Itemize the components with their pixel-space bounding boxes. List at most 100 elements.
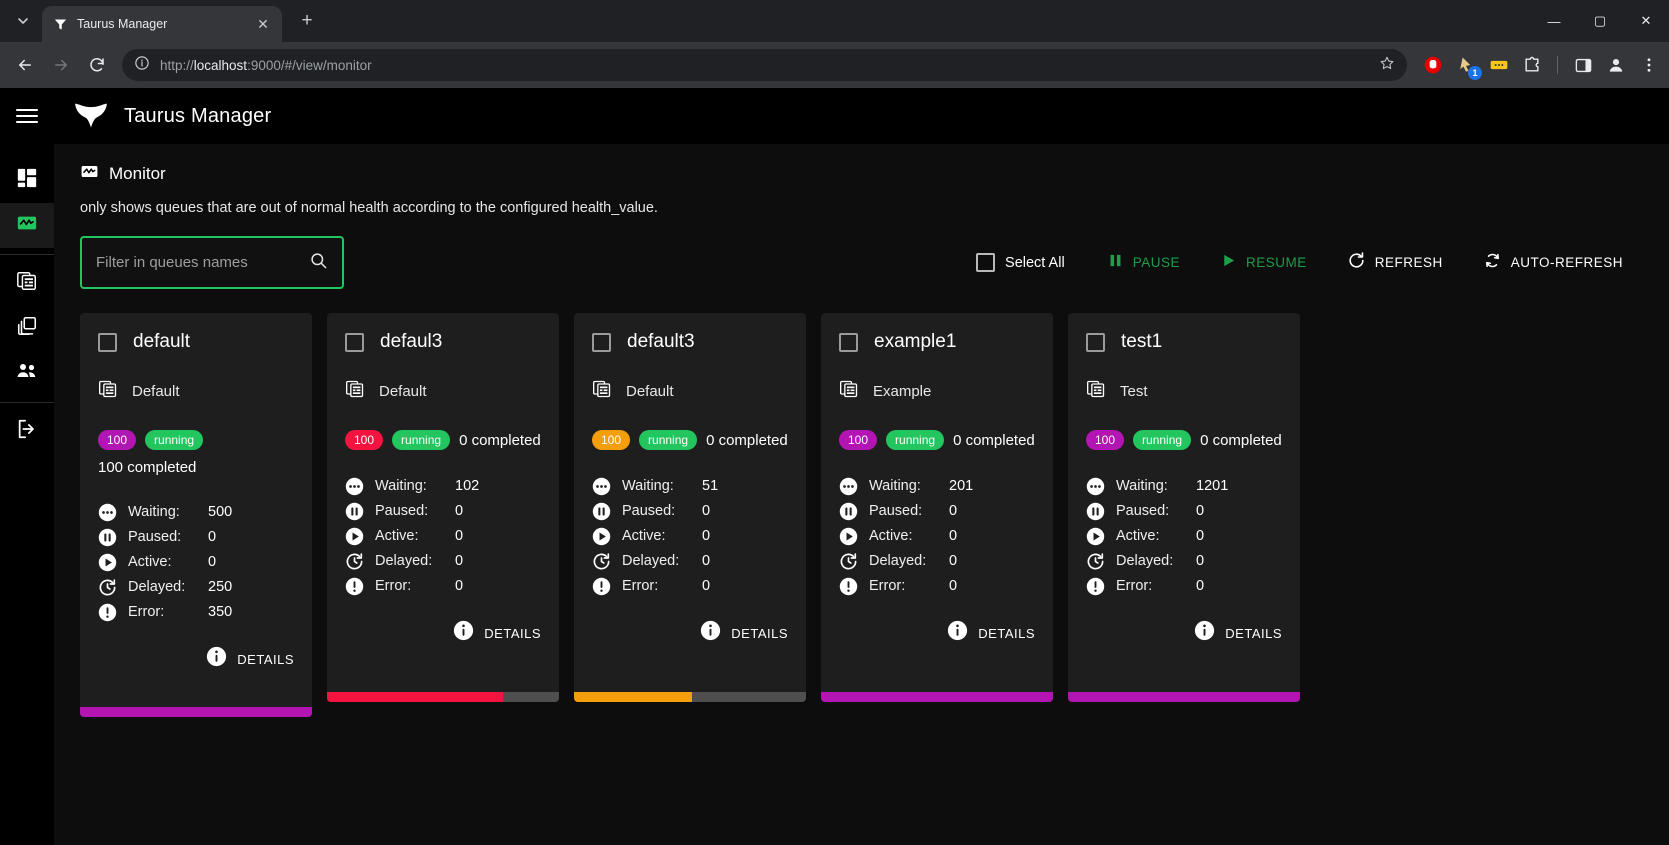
details-button[interactable]: DETAILS: [98, 638, 294, 690]
chrome-menu-icon[interactable]: [1637, 53, 1661, 77]
stat-row-delayed: Delayed: 0: [345, 549, 541, 573]
tab-title: Taurus Manager: [77, 17, 168, 31]
pause-icon: [1107, 252, 1124, 274]
taurus-favicon: [52, 16, 68, 32]
queue-stats: Waiting: 102 Paused: 0 Active: 0 Delayed…: [345, 474, 541, 598]
pause-button[interactable]: PAUSE: [1087, 244, 1200, 282]
queue-select-checkbox[interactable]: [98, 332, 117, 352]
details-button[interactable]: DETAILS: [1086, 612, 1282, 664]
sidebar-item-groups[interactable]: [0, 306, 54, 351]
error-icon: [345, 577, 375, 596]
new-tab-button[interactable]: +: [294, 8, 320, 34]
queue-card[interactable]: test1 Test 100 running 0 completed Waiti…: [1068, 313, 1300, 702]
waiting-icon: [345, 477, 375, 496]
groups-icon: [16, 315, 38, 342]
close-icon[interactable]: ✕: [254, 15, 272, 33]
refresh-icon: [1347, 251, 1366, 275]
maximize-icon[interactable]: ▢: [1577, 0, 1623, 42]
stat-label-error: Error:: [869, 578, 906, 594]
stat-label-delayed: Delayed:: [622, 553, 680, 569]
pointer-extension-icon[interactable]: 1: [1454, 53, 1482, 80]
sidebar-item-logout[interactable]: [0, 409, 54, 454]
details-button[interactable]: DETAILS: [839, 612, 1035, 664]
menu-icon[interactable]: [10, 99, 44, 133]
select-all-control[interactable]: Select All: [954, 253, 1087, 272]
window-close-icon[interactable]: ✕: [1623, 0, 1669, 42]
search-icon[interactable]: [309, 251, 328, 275]
stat-value-error: 0: [949, 578, 958, 594]
stat-row-paused: Paused: 0: [345, 499, 541, 523]
notes-extension-icon[interactable]: [1487, 53, 1511, 77]
details-button[interactable]: DETAILS: [345, 612, 541, 664]
queue-count-badge: 100: [98, 430, 137, 450]
window-controls: — ▢ ✕: [1531, 0, 1669, 42]
stat-value-error: 0: [1196, 578, 1205, 594]
pause-label: PAUSE: [1132, 255, 1180, 270]
reload-icon[interactable]: [80, 48, 114, 82]
side-panel-icon[interactable]: [1571, 53, 1595, 77]
queue-progress-fill: [821, 692, 1053, 702]
stat-label-error: Error:: [128, 604, 165, 620]
queue-select-checkbox[interactable]: [345, 332, 364, 352]
app-body: Monitor only shows queues that are out o…: [0, 144, 1669, 845]
profile-avatar-icon[interactable]: [1604, 53, 1628, 77]
queue-select-checkbox[interactable]: [839, 332, 858, 352]
queue-group-label: Default: [626, 383, 674, 400]
auto-refresh-label: AUTO-REFRESH: [1510, 255, 1623, 270]
stat-label-waiting: Waiting:: [128, 504, 180, 520]
filter-queues-field[interactable]: [80, 236, 344, 289]
forward-icon[interactable]: [44, 48, 78, 82]
queue-select-checkbox[interactable]: [592, 332, 611, 352]
sidebar-item-monitor[interactable]: [0, 203, 54, 248]
sidebar-item-dashboard[interactable]: [0, 158, 54, 203]
browser-tab[interactable]: Taurus Manager ✕: [42, 6, 282, 42]
resume-button[interactable]: RESUME: [1200, 244, 1327, 282]
completed-label: 0 completed: [459, 431, 541, 449]
queue-progress-bar: [821, 692, 1053, 702]
sidebar-item-queues[interactable]: [0, 261, 54, 306]
select-all-checkbox[interactable]: [976, 253, 996, 272]
queue-group-label: Example: [873, 383, 932, 400]
users-icon: [15, 359, 39, 388]
stat-label-waiting: Waiting:: [622, 478, 674, 494]
sidebar-item-users[interactable]: [0, 351, 54, 396]
refresh-button[interactable]: REFRESH: [1327, 243, 1463, 283]
auto-refresh-button[interactable]: AUTO-REFRESH: [1463, 243, 1643, 283]
queue-group-row: Test: [1086, 379, 1282, 404]
minimize-icon[interactable]: —: [1531, 0, 1577, 42]
queue-stats: Waiting: 500 Paused: 0 Active: 0 Delayed…: [98, 500, 294, 624]
play-circle-icon: [592, 527, 622, 546]
queue-stats: Waiting: 201 Paused: 0 Active: 0 Delayed…: [839, 474, 1035, 598]
clock-refresh-icon: [592, 552, 622, 571]
adblock-extension-icon[interactable]: [1421, 53, 1445, 77]
queue-card[interactable]: default3 Default 100 running 0 completed…: [574, 313, 806, 702]
queue-group-icon: [345, 379, 365, 404]
pause-circle-icon: [1086, 502, 1116, 521]
extensions-puzzle-icon[interactable]: [1520, 53, 1544, 77]
bookmark-star-icon[interactable]: [1379, 55, 1395, 75]
tab-search-button[interactable]: [8, 6, 38, 36]
stat-row-delayed: Delayed: 0: [592, 549, 788, 573]
address-bar[interactable]: http://localhost:9000/#/view/monitor: [122, 49, 1407, 81]
back-icon[interactable]: [8, 48, 42, 82]
queue-progress-fill: [574, 692, 693, 702]
stat-value-waiting: 201: [949, 478, 974, 494]
clock-refresh-icon: [345, 552, 375, 571]
card-header: default: [98, 331, 294, 353]
queue-select-checkbox[interactable]: [1086, 332, 1105, 352]
details-label: DETAILS: [237, 651, 294, 667]
waiting-icon: [592, 477, 622, 496]
stat-label-paused: Paused:: [1116, 503, 1170, 519]
site-info-icon[interactable]: [134, 55, 150, 76]
search-input[interactable]: [96, 254, 301, 271]
stat-value-active: 0: [455, 528, 464, 544]
status-badge: running: [145, 430, 204, 450]
queue-card[interactable]: default Default 100 running 100 complete…: [80, 313, 312, 717]
queue-card[interactable]: defaul3 Default 100 running 0 completed …: [327, 313, 559, 702]
pause-circle-icon: [98, 528, 128, 547]
queue-card[interactable]: example1 Example 100 running 0 completed…: [821, 313, 1053, 702]
queue-name: test1: [1121, 331, 1163, 352]
queue-count-badge: 100: [839, 430, 878, 450]
details-button[interactable]: DETAILS: [592, 612, 788, 664]
main-content: Monitor only shows queues that are out o…: [54, 144, 1669, 845]
